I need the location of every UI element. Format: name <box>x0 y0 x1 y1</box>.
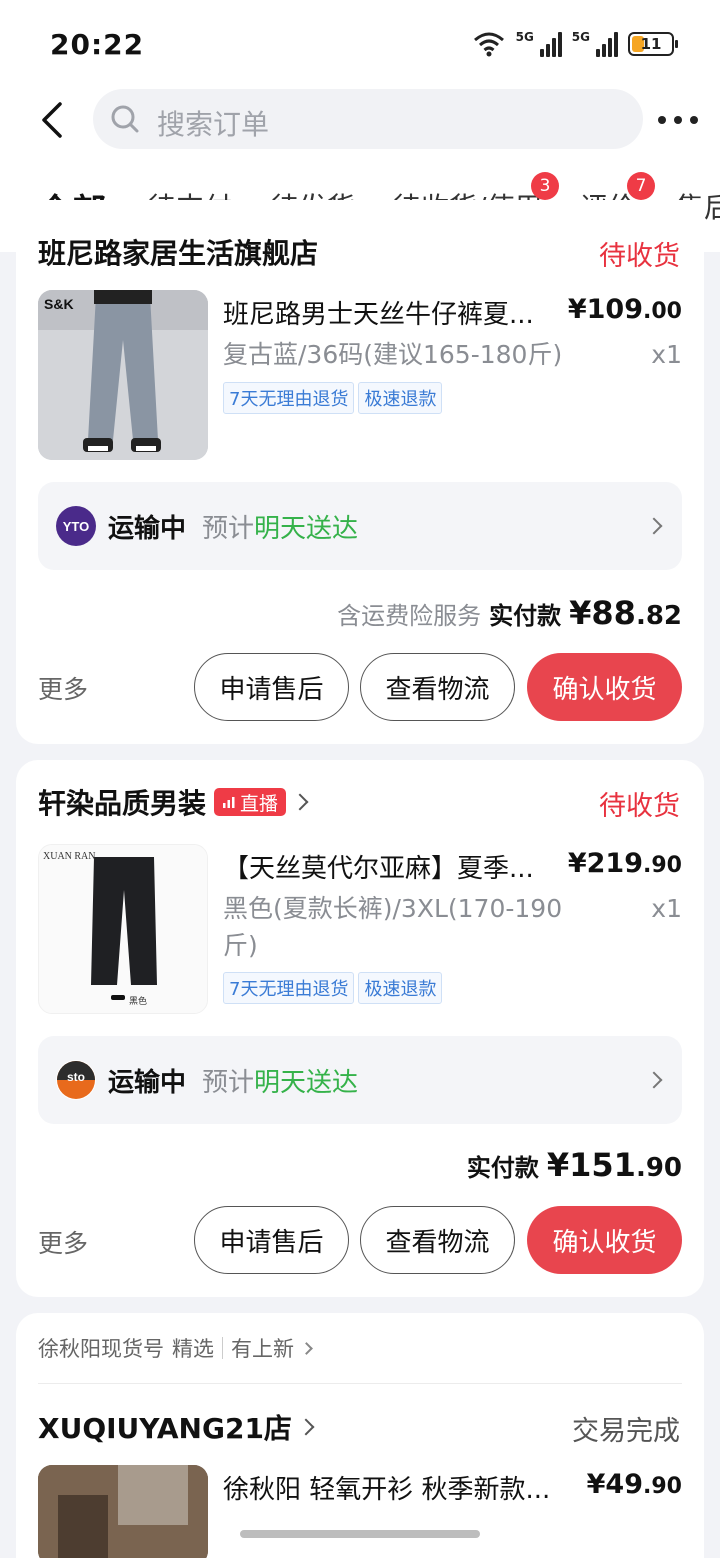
tag-refund: 极速退款 <box>358 972 443 1004</box>
back-arrow-icon[interactable] <box>34 100 74 140</box>
more-menu-button[interactable] <box>658 106 698 134</box>
sto-logo-icon: sto <box>56 1060 96 1100</box>
network-type-2: 5G <box>571 30 590 44</box>
chevron-right-icon <box>297 1418 315 1436</box>
search-header: 搜索订单 <box>0 88 720 162</box>
status-bar: 20:22 5G 5G 11 <box>0 0 720 88</box>
product-spec: 复古蓝/36码(建议165-180斤) <box>223 340 563 369</box>
chevron-right-icon <box>300 1341 313 1355</box>
confirm-receipt-button[interactable]: 确认收货 <box>527 1206 682 1274</box>
cardigan-image <box>38 1465 208 1558</box>
paid-label: 实付款 <box>489 602 562 630</box>
chevron-right-icon <box>291 793 309 811</box>
confirm-receipt-button[interactable]: 确认收货 <box>527 653 682 721</box>
paid-amount: ¥88.82 <box>569 594 682 632</box>
wifi-icon <box>473 32 504 57</box>
apply-after-sales-button[interactable]: 申请售后 <box>194 1206 349 1274</box>
order-card-2[interactable]: 轩染品质男装 直播 待收货 XUAN RAN 黑色 【天丝莫代尔亚麻】夏季...… <box>16 760 704 1297</box>
brand-logo: S&K <box>44 296 74 312</box>
logistics-eta: 预计明天送达 <box>202 514 359 544</box>
product-spec: 黑色(夏款长裤)/3XL(170-190斤) <box>223 894 563 960</box>
signal-icon-2 <box>596 31 618 57</box>
battery-icon: 11 <box>628 32 678 56</box>
logistics-row[interactable]: sto 运输中 预计明天送达 <box>38 1036 682 1124</box>
tag-refund: 极速退款 <box>358 382 443 414</box>
paid-label: 实付款 <box>466 1154 539 1182</box>
tag-return: 7天无理由退货 <box>223 382 355 414</box>
promo-source: 徐秋阳现货号 <box>38 1337 164 1361</box>
view-logistics-button[interactable]: 查看物流 <box>360 1206 515 1274</box>
home-indicator[interactable] <box>240 1530 480 1538</box>
shop-name: 轩染品质男装 <box>38 787 207 820</box>
service-tags: 7天无理由退货 极速退款 <box>223 382 443 414</box>
logistics-status: 运输中 <box>108 514 187 544</box>
divider <box>38 1383 682 1384</box>
shop-name: 班尼路家居生活旗舰店 <box>38 237 319 270</box>
product-price: ¥109.00 <box>567 294 682 325</box>
yto-logo-icon: YTO <box>56 506 96 546</box>
logistics-status: 运输中 <box>108 1068 187 1098</box>
shop-name-row[interactable]: 班尼路家居生活旗舰店 <box>38 232 318 272</box>
shop-name: XUQIUYANG21店 <box>38 1412 292 1445</box>
view-logistics-button[interactable]: 查看物流 <box>360 653 515 721</box>
shop-name-row[interactable]: 轩染品质男装 直播 <box>38 782 309 822</box>
pants-image <box>39 845 207 1013</box>
tab-badge-receipt: 3 <box>531 172 559 200</box>
apply-after-sales-button[interactable]: 申请售后 <box>194 653 349 721</box>
payment-row: 含运费险服务 实付款 ¥88.82 <box>337 594 682 632</box>
insurance-note: 含运费险服务 <box>337 602 482 630</box>
product-qty: x1 <box>651 340 682 369</box>
service-tags: 7天无理由退货 极速退款 <box>223 972 443 1004</box>
product-image[interactable] <box>38 1465 208 1558</box>
status-icons: 5G 5G 11 <box>472 30 678 58</box>
chevron-right-icon <box>645 1071 663 1089</box>
product-price: ¥49.90 <box>586 1469 682 1500</box>
color-caption: 黑色 <box>129 997 148 1007</box>
order-status: 待收货 <box>599 791 680 822</box>
tag-return: 7天无理由退货 <box>223 972 355 1004</box>
product-price: ¥219.90 <box>567 848 682 879</box>
search-icon <box>111 105 139 133</box>
jeans-image <box>38 290 208 460</box>
paid-amount: ¥151.90 <box>546 1146 682 1184</box>
svg-text:sto: sto <box>67 1070 85 1084</box>
status-time: 20:22 <box>50 28 145 61</box>
live-bars-icon <box>223 797 235 808</box>
product-title[interactable]: 【天丝莫代尔亚麻】夏季... <box>223 848 553 885</box>
order-card-1[interactable]: 班尼路家居生活旗舰店 待收货 S&K 班尼路男士天丝牛仔裤夏... ¥109.0… <box>16 200 704 744</box>
chevron-right-icon <box>645 517 663 535</box>
promo-pick: 精选 <box>172 1337 214 1361</box>
live-tag: 直播 <box>214 788 287 816</box>
order-status: 交易完成 <box>572 1416 680 1447</box>
product-qty: x1 <box>651 894 682 923</box>
product-image[interactable]: S&K <box>38 290 208 460</box>
brand-logo: XUAN RAN <box>43 851 96 862</box>
battery-level: 11 <box>640 35 662 53</box>
promo-new: 有上新 <box>231 1337 294 1361</box>
shop-name-row[interactable]: XUQIUYANG21店 <box>38 1407 315 1447</box>
tab-badge-review: 7 <box>627 172 655 200</box>
more-actions-link[interactable]: 更多 <box>38 670 88 706</box>
signal-icon <box>539 31 562 57</box>
logistics-row[interactable]: YTO 运输中 预计明天送达 <box>38 482 682 570</box>
payment-row: 实付款 ¥151.90 <box>467 1146 682 1184</box>
more-actions-link[interactable]: 更多 <box>38 1224 88 1260</box>
product-title[interactable]: 班尼路男士天丝牛仔裤夏... <box>223 294 553 331</box>
product-image[interactable]: XUAN RAN 黑色 <box>38 844 208 1014</box>
order-card-3[interactable]: 徐秋阳现货号 精选 有上新 XUQIUYANG21店 交易完成 徐秋阳 轻氧开衫… <box>16 1313 704 1558</box>
promo-row[interactable]: 徐秋阳现货号 精选 有上新 <box>38 1333 313 1363</box>
search-input[interactable]: 搜索订单 <box>93 89 643 149</box>
svg-text:YTO: YTO <box>63 519 90 534</box>
divider <box>222 1337 223 1359</box>
network-type-1: 5G <box>515 30 534 44</box>
order-status: 待收货 <box>599 241 680 272</box>
product-title[interactable]: 徐秋阳 轻氧开衫 秋季新款... <box>223 1469 568 1506</box>
logistics-eta: 预计明天送达 <box>202 1068 359 1098</box>
search-placeholder: 搜索订单 <box>157 108 270 141</box>
